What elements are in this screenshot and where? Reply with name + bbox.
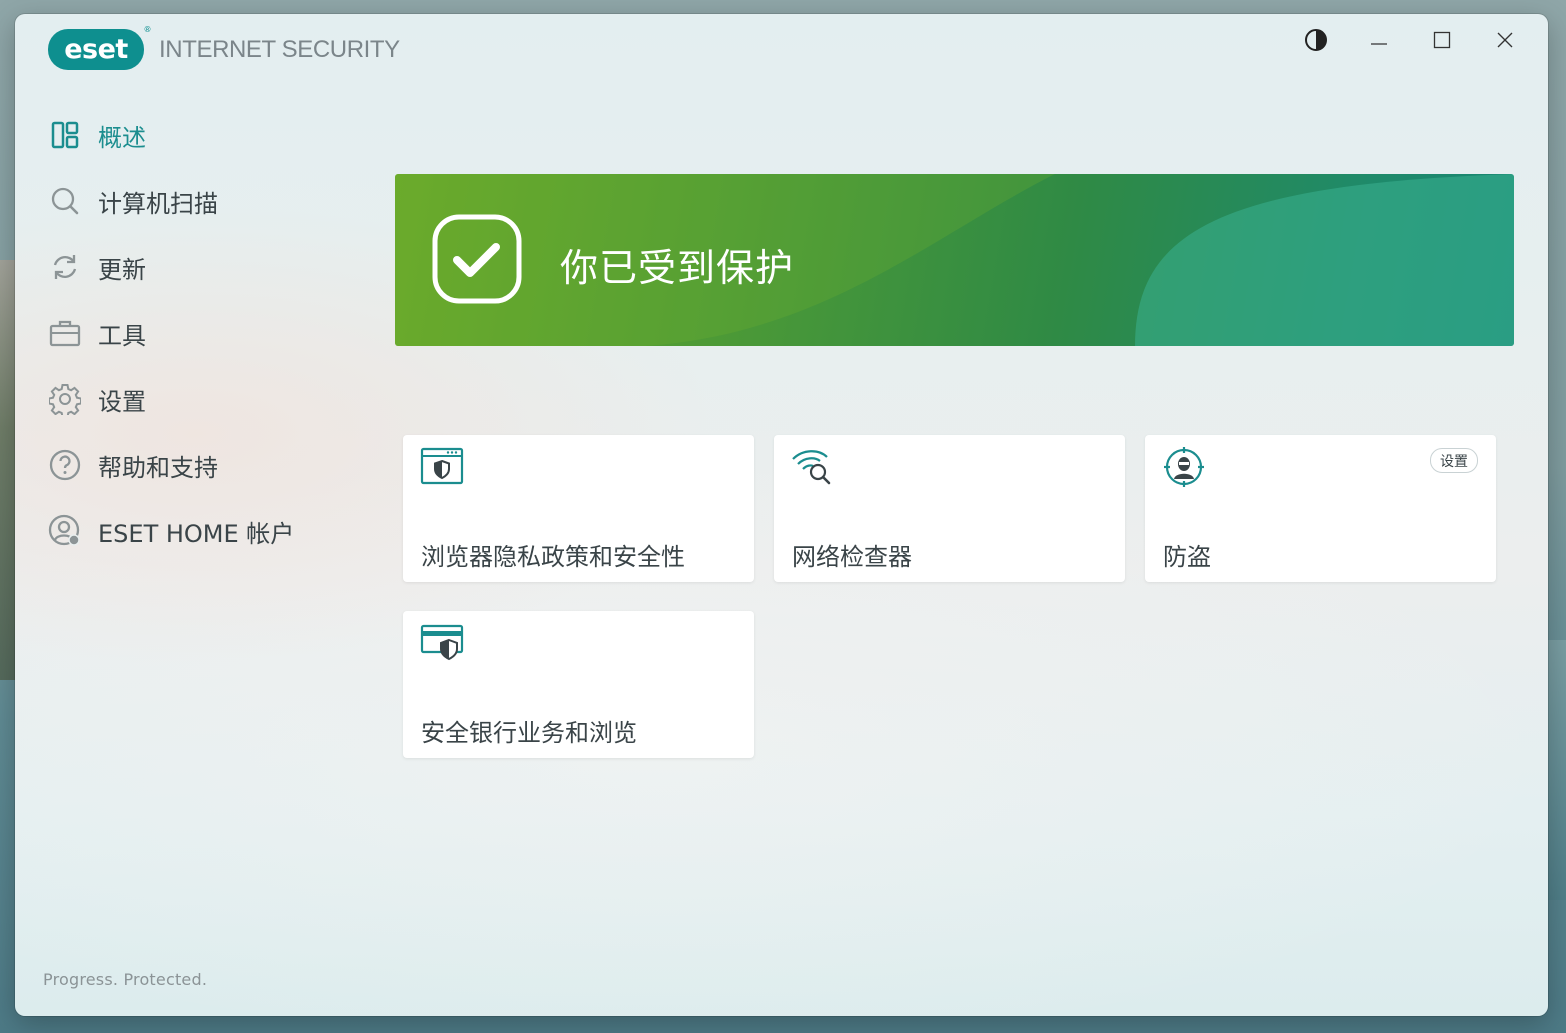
maximize-button[interactable]: [1410, 26, 1473, 54]
card-label: 网络检查器: [792, 543, 912, 571]
account-icon: [48, 514, 82, 548]
card-browser-privacy[interactable]: 浏览器隐私政策和安全性: [403, 435, 754, 582]
logo-registered-mark: ®: [143, 25, 152, 34]
card-label: 安全银行业务和浏览: [421, 719, 637, 747]
contrast-toggle-button[interactable]: [1284, 26, 1347, 54]
sidebar-item-settings[interactable]: 设置: [48, 366, 294, 432]
refresh-icon: [48, 250, 82, 284]
sidebar-item-computer-scan[interactable]: 计算机扫描: [48, 168, 294, 234]
sidebar-item-help[interactable]: 帮助和支持: [48, 432, 294, 498]
card-label: 浏览器隐私政策和安全性: [421, 543, 685, 571]
gear-icon: [48, 382, 82, 416]
status-title: 你已受到保护: [560, 246, 795, 290]
sidebar-item-label: 设置: [98, 387, 146, 416]
card-anti-theft[interactable]: 设置 防盗: [1145, 435, 1496, 582]
sidebar-item-label: 帮助和支持: [98, 453, 218, 482]
close-icon: [1497, 32, 1512, 48]
sidebar-item-tools[interactable]: 工具: [48, 300, 294, 366]
briefcase-icon: [48, 316, 82, 350]
sidebar-item-update[interactable]: 更新: [48, 234, 294, 300]
desktop-background-right: [1546, 640, 1566, 900]
window-controls: [1284, 26, 1536, 54]
sidebar-item-eset-home[interactable]: ESET HOME 帐户: [48, 498, 294, 564]
overview-icon: [48, 118, 82, 152]
check-icon: [432, 214, 522, 304]
card-banking-protection[interactable]: 安全银行业务和浏览: [403, 611, 754, 758]
maximize-icon: [1433, 31, 1450, 49]
close-button[interactable]: [1473, 26, 1536, 54]
sidebar-nav: 概述 计算机扫描 更新 工具 设置 帮助和支持 ESET HOME 帐户: [48, 102, 294, 564]
card-network-inspector[interactable]: 网络检查器: [774, 435, 1125, 582]
sidebar-item-label: 更新: [98, 255, 146, 284]
app-logo: eset ® INTERNET SECURITY: [48, 26, 400, 70]
help-icon: [48, 448, 82, 482]
anti-theft-icon: [1164, 447, 1204, 487]
eset-logo: eset ®: [48, 26, 151, 70]
sidebar-item-label: 工具: [98, 321, 146, 350]
sidebar-item-label: 概述: [98, 123, 146, 152]
contrast-icon: [1304, 29, 1327, 51]
logo-text: eset: [64, 34, 128, 65]
minimize-button[interactable]: [1347, 26, 1410, 54]
tagline: Progress. Protected.: [43, 970, 208, 989]
app-window: eset ® INTERNET SECURITY 概述 计算机扫描 更新 工具 …: [15, 14, 1548, 1016]
sidebar-item-label: ESET HOME 帐户: [98, 519, 295, 548]
card-shield-icon: [420, 624, 464, 661]
wifi-search-icon: [792, 450, 831, 485]
product-name: INTERNET SECURITY: [159, 35, 400, 63]
minimize-icon: [1370, 43, 1387, 45]
sidebar-item-overview[interactable]: 概述: [48, 102, 294, 168]
browser-shield-icon: [420, 447, 464, 485]
search-icon: [48, 184, 82, 218]
sidebar-item-label: 计算机扫描: [98, 189, 218, 218]
protection-status-banner: 你已受到保护: [395, 174, 1514, 346]
anti-theft-settings-button[interactable]: 设置: [1430, 448, 1478, 473]
card-label: 防盗: [1163, 543, 1211, 571]
